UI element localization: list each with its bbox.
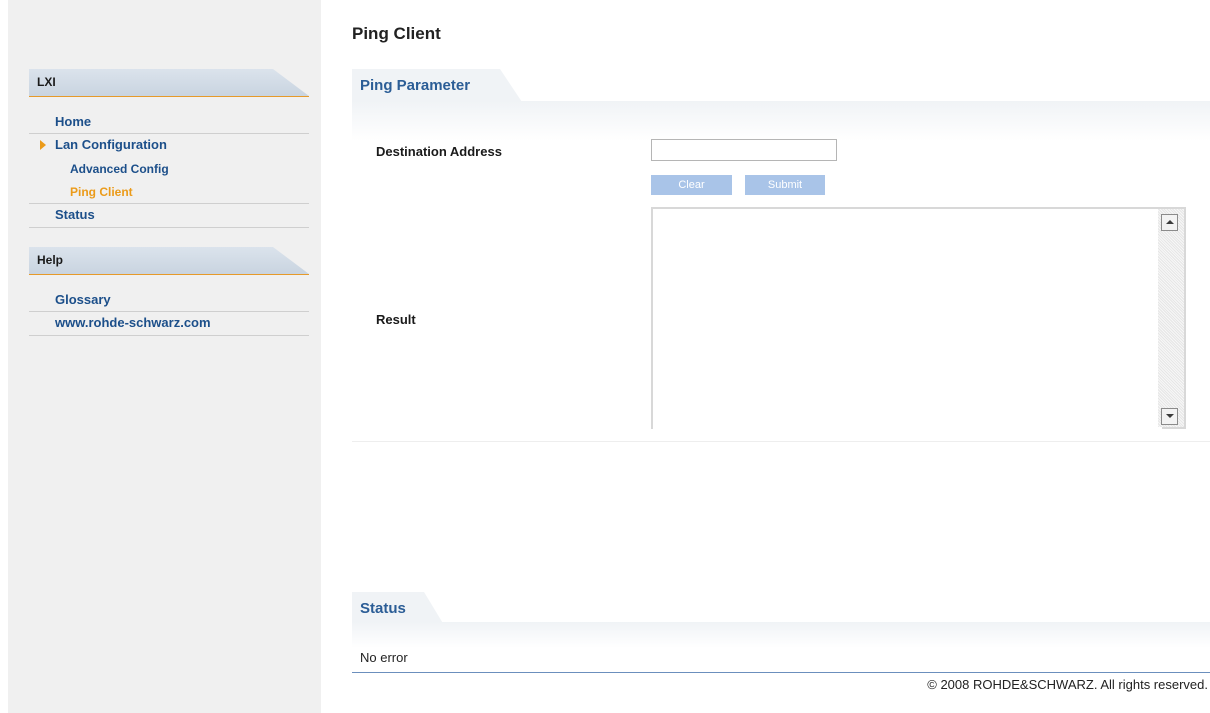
clear-button[interactable]: Clear	[651, 175, 732, 195]
submit-button[interactable]: Submit	[745, 175, 825, 195]
nav-divider	[29, 335, 309, 336]
section-header-lxi: LXI	[29, 69, 309, 96]
destination-address-input[interactable]	[651, 139, 837, 161]
nav-item-advanced-config[interactable]: Advanced Config	[29, 158, 309, 181]
nav-item-home[interactable]: Home	[29, 111, 309, 133]
section-underline	[29, 274, 309, 275]
nav-item-glossary[interactable]: Glossary	[29, 289, 309, 311]
nav-divider	[29, 227, 309, 228]
scroll-down-button[interactable]	[1161, 408, 1178, 425]
page-title: Ping Client	[352, 24, 441, 43]
footer-divider	[352, 672, 1210, 673]
nav-item-label: Lan Configuration	[55, 137, 167, 152]
result-box	[651, 207, 1186, 431]
vertical-scrollbar[interactable]	[1158, 209, 1184, 427]
scroll-up-button[interactable]	[1161, 214, 1178, 231]
section-band	[352, 101, 1210, 141]
section-band	[352, 622, 1210, 648]
status-message: No error	[360, 650, 408, 665]
result-label: Result	[376, 312, 416, 327]
tab-status: Status	[352, 592, 444, 625]
section-divider	[352, 441, 1210, 442]
tab-ping-parameter: Ping Parameter	[352, 69, 522, 102]
chevron-down-icon	[1166, 414, 1174, 418]
nav-item-ping-client[interactable]: Ping Client	[29, 181, 309, 204]
nav-item-rohde-schwarz-link[interactable]: www.rohde-schwarz.com	[29, 312, 309, 334]
triangle-right-icon	[40, 140, 46, 150]
sidebar: LXI Home Lan Configuration Advanced Conf…	[8, 0, 321, 713]
section-underline	[29, 96, 309, 97]
result-textarea[interactable]	[653, 209, 1162, 431]
destination-address-label: Destination Address	[376, 144, 502, 159]
nav-item-lan-configuration[interactable]: Lan Configuration	[29, 134, 309, 156]
copyright-text: © 2008 ROHDE&SCHWARZ. All rights reserve…	[927, 677, 1208, 692]
section-header-help: Help	[29, 247, 309, 274]
chevron-up-icon	[1166, 220, 1174, 224]
nav-item-status[interactable]: Status	[29, 204, 309, 226]
